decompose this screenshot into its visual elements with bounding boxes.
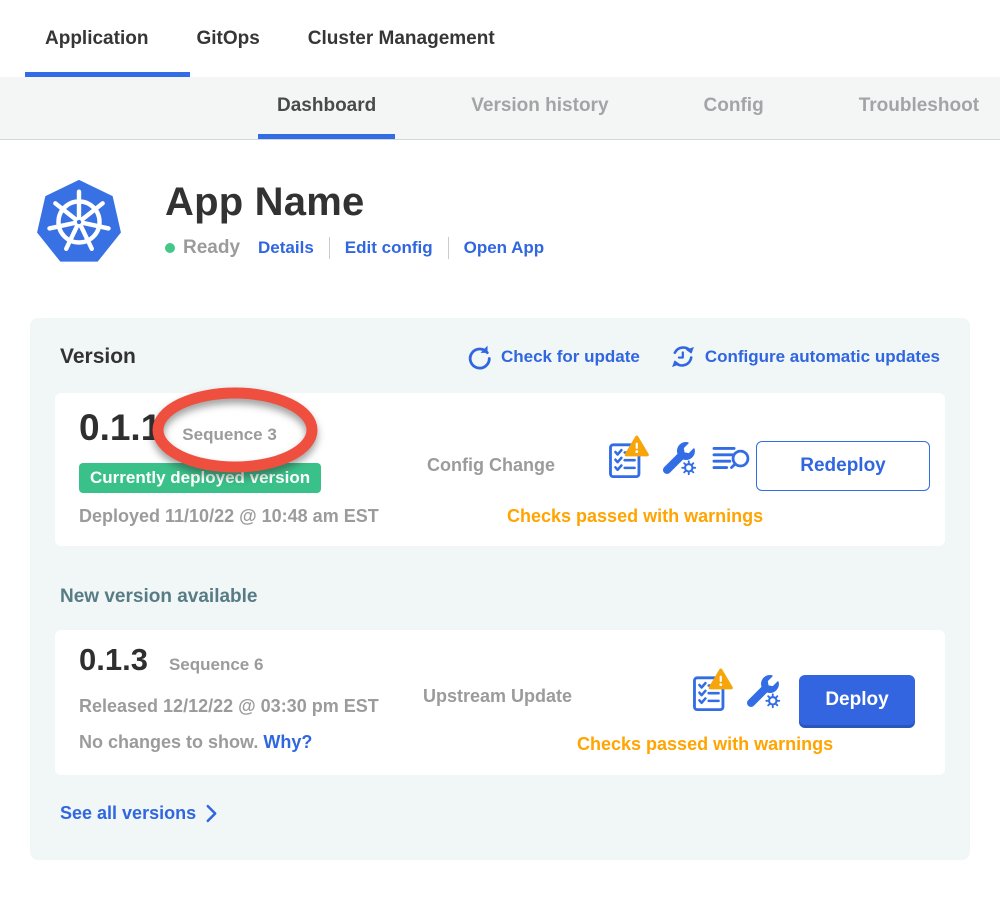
details-link[interactable]: Details <box>258 238 314 258</box>
tab-version-history-label: Version history <box>471 95 608 117</box>
tab-config[interactable]: Config <box>685 77 783 139</box>
next-version-source: Upstream Update <box>423 686 572 707</box>
app-status-row: Ready Details Edit config Open App <box>165 237 544 259</box>
new-version-banner: New version available <box>60 586 945 608</box>
tab-config-label: Config <box>704 95 764 117</box>
redeploy-button[interactable]: Redeploy <box>756 441 930 491</box>
tab-troubleshoot-label: Troubleshoot <box>859 95 979 117</box>
check-for-update-label: Check for update <box>501 347 640 367</box>
config-tools-icon[interactable] <box>662 441 697 476</box>
app-tab-bar: Dashboard Version history Config Trouble… <box>0 77 1000 140</box>
configure-automatic-updates-link[interactable]: Configure automatic updates <box>670 344 940 370</box>
changes-note: No changes to show. Why? <box>79 732 312 753</box>
current-version-sequence: Sequence 3 <box>182 425 277 445</box>
no-changes-text: No changes to show. <box>79 732 258 752</box>
auto-update-icon <box>670 344 696 370</box>
see-all-versions-link[interactable]: See all versions <box>60 803 218 824</box>
deploy-button[interactable]: Deploy <box>799 675 915 725</box>
chevron-right-icon <box>205 804 218 823</box>
next-checks-status: Checks passed with warnings <box>577 734 833 755</box>
current-version-number: 0.1.1 <box>79 407 161 449</box>
view-files-icon[interactable] <box>710 441 754 475</box>
app-header: App Name Ready Details Edit config Open … <box>0 176 1000 266</box>
why-link[interactable]: Why? <box>263 732 312 752</box>
application-dashboard-page: Application GitOps Cluster Management Da… <box>0 0 1000 898</box>
current-version-source: Config Change <box>427 455 555 476</box>
top-nav: Application GitOps Cluster Management <box>0 0 1000 77</box>
current-version-card: 0.1.1 Sequence 3 Currently deployed vers… <box>55 393 945 546</box>
active-nav-underline <box>25 72 190 77</box>
edit-config-link[interactable]: Edit config <box>345 238 433 258</box>
currently-deployed-badge: Currently deployed version <box>79 463 321 493</box>
new-version-card: 0.1.3 Sequence 6 Released 12/12/22 @ 03:… <box>55 630 945 775</box>
see-all-versions-label: See all versions <box>60 803 196 824</box>
preflight-checks-icon[interactable] <box>691 668 733 714</box>
check-update-icon <box>466 344 492 370</box>
top-nav-item-gitops[interactable]: GitOps <box>196 28 259 50</box>
divider <box>448 237 449 259</box>
deployed-timestamp: Deployed 11/10/22 @ 10:48 am EST <box>79 506 379 527</box>
divider <box>329 237 330 259</box>
version-panel: Version Check for update <box>30 318 970 860</box>
status-ready-dot-icon <box>165 243 175 253</box>
preflight-checks-icon[interactable] <box>607 435 649 481</box>
tab-version-history[interactable]: Version history <box>452 77 627 139</box>
released-timestamp: Released 12/12/22 @ 03:30 pm EST <box>79 696 379 717</box>
next-version-sequence: Sequence 6 <box>169 655 264 675</box>
version-section-title: Version <box>60 345 136 369</box>
kubernetes-logo-icon <box>35 176 123 266</box>
open-app-link[interactable]: Open App <box>464 238 545 258</box>
tab-troubleshoot[interactable]: Troubleshoot <box>840 77 998 139</box>
tab-dashboard[interactable]: Dashboard <box>258 77 395 139</box>
page-title: App Name <box>165 180 544 225</box>
current-checks-status: Checks passed with warnings <box>507 506 763 527</box>
tab-dashboard-label: Dashboard <box>277 95 376 117</box>
top-nav-item-cluster-management[interactable]: Cluster Management <box>308 28 495 50</box>
next-version-number: 0.1.3 <box>79 642 148 678</box>
top-nav-item-application[interactable]: Application <box>45 28 148 50</box>
config-tools-icon[interactable] <box>746 674 781 709</box>
check-for-update-link[interactable]: Check for update <box>466 344 640 370</box>
status-badge: Ready <box>183 237 240 259</box>
configure-automatic-updates-label: Configure automatic updates <box>705 347 940 367</box>
